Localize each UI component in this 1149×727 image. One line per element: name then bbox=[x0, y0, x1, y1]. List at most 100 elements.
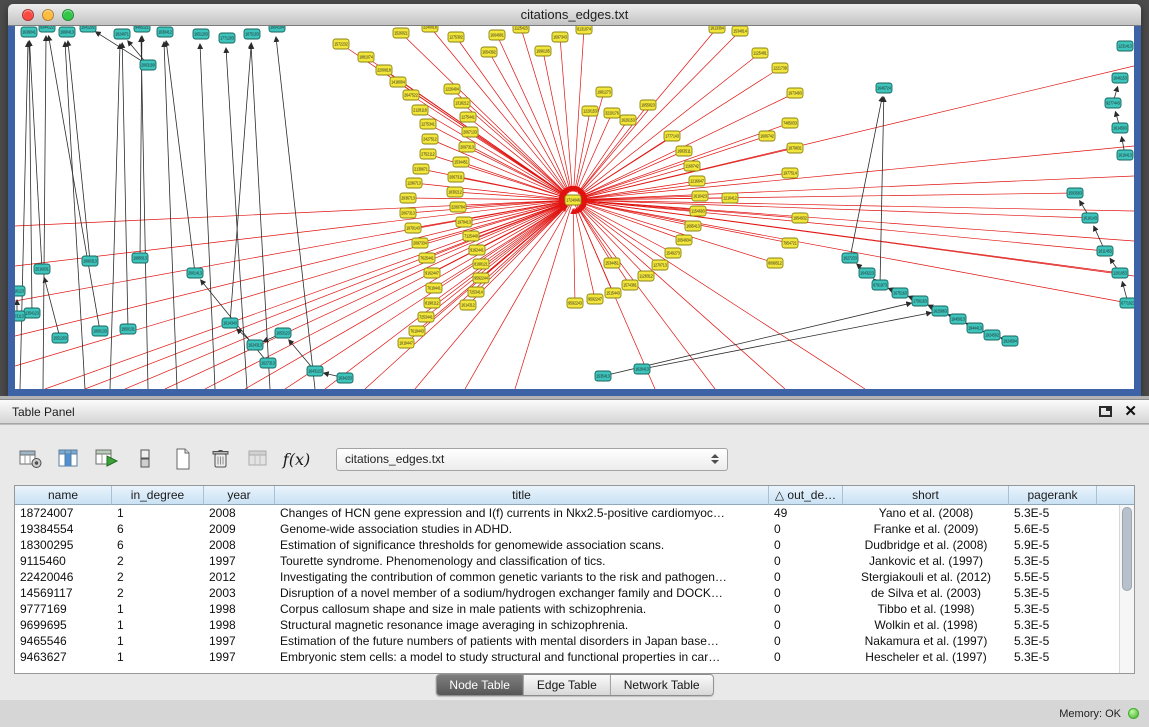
graph-node[interactable]: 2200818 bbox=[376, 65, 392, 75]
function-builder-button[interactable]: f(x) bbox=[282, 446, 311, 473]
graph-node[interactable]: 1574381 bbox=[622, 280, 638, 290]
graph-node[interactable]: 1616123 bbox=[15, 286, 25, 296]
graph-node[interactable]: 1418004 bbox=[390, 77, 406, 87]
table-settings-icon[interactable] bbox=[16, 446, 45, 473]
graph-node[interactable]: 1979413 bbox=[456, 217, 472, 227]
graph-node[interactable]: 1954104 bbox=[269, 26, 285, 32]
column-header-pagerank[interactable]: pagerank bbox=[1009, 486, 1097, 505]
scrollbar-thumb[interactable] bbox=[1122, 507, 1132, 591]
graph-node[interactable]: 1625863 bbox=[932, 306, 948, 316]
graph-node[interactable]: 1154693 bbox=[690, 206, 706, 216]
table-mode-icon[interactable] bbox=[130, 446, 159, 473]
graph-node[interactable]: 1875103 bbox=[244, 29, 260, 39]
table-row[interactable]: 1456911722003Disruption of a novel membe… bbox=[15, 585, 1134, 601]
graph-node[interactable]: 8198121 bbox=[473, 259, 489, 269]
network-canvas[interactable]: 1724046 1572232 18810742200818 1418004 26475… bbox=[15, 26, 1134, 389]
table-row[interactable]: 1830029562008Estimation of significance … bbox=[15, 537, 1134, 553]
graph-node[interactable]: 1945013 bbox=[950, 314, 966, 324]
graph-node[interactable]: 2067313 bbox=[400, 208, 416, 218]
zoom-window-button[interactable] bbox=[62, 9, 74, 21]
graph-node[interactable]: 1990313 bbox=[82, 256, 98, 266]
graph-node[interactable]: 1534451 bbox=[604, 258, 620, 268]
column-header-title[interactable]: title bbox=[275, 486, 769, 505]
graph-node[interactable]: 1950131 bbox=[120, 324, 136, 334]
float-panel-icon[interactable] bbox=[1099, 406, 1112, 417]
tab-network-table[interactable]: Network Table bbox=[610, 675, 713, 695]
graph-node[interactable]: 1683511 bbox=[676, 146, 692, 156]
tab-edge-table[interactable]: Edge Table bbox=[523, 675, 610, 695]
graph-node[interactable]: 2067133 bbox=[462, 127, 478, 137]
graph-node[interactable]: 1646724 bbox=[876, 83, 892, 93]
graph-node[interactable]: 7625441 bbox=[419, 253, 435, 263]
graph-node[interactable]: 1616423 bbox=[692, 191, 708, 201]
graph-node[interactable]: 2516031 bbox=[34, 264, 50, 274]
table-source-dropdown[interactable]: citations_edges.txt bbox=[336, 448, 728, 471]
graph-node[interactable]: 1231413 bbox=[1117, 41, 1133, 51]
graph-node[interactable]: 7253414 bbox=[468, 287, 484, 297]
graph-node[interactable]: 1535413 bbox=[595, 371, 611, 381]
tab-node-table[interactable]: Node Table bbox=[436, 675, 523, 695]
graph-node[interactable]: 1881074 bbox=[358, 52, 374, 62]
network-window-titlebar[interactable]: citations_edges.txt bbox=[8, 4, 1141, 26]
graph-node[interactable]: 1954932 bbox=[792, 213, 808, 223]
graph-node[interactable]: 1981273 bbox=[596, 87, 612, 97]
graph-node[interactable]: 2063190 bbox=[140, 60, 156, 70]
graph-node[interactable]: 1697343 bbox=[552, 32, 568, 42]
graph-node[interactable]: 1616143 bbox=[1082, 213, 1098, 223]
delete-column-icon[interactable] bbox=[206, 446, 235, 473]
graph-node[interactable]: 1695413 bbox=[685, 221, 701, 231]
graph-node[interactable]: 1611453 bbox=[1097, 246, 1113, 256]
graph-node[interactable]: 1724046 bbox=[565, 195, 581, 205]
graph-node[interactable]: 1354123 bbox=[24, 308, 40, 318]
graph-node[interactable]: 6791973 bbox=[872, 280, 888, 290]
graph-node[interactable]: 1270713 bbox=[652, 260, 668, 270]
graph-node[interactable]: 1616413 bbox=[1117, 150, 1133, 160]
graph-node[interactable]: 1572232 bbox=[333, 39, 349, 49]
graph-node[interactable]: 1824071 bbox=[114, 29, 130, 39]
graph-node[interactable]: 1634233 bbox=[337, 373, 353, 383]
graph-node[interactable]: 2097313 bbox=[459, 142, 475, 152]
graph-node[interactable]: 2647522 bbox=[403, 90, 419, 100]
graph-node[interactable]: 1990413 bbox=[59, 27, 75, 37]
graph-node[interactable]: 8198112 bbox=[424, 298, 440, 308]
column-header-out_de[interactable]: △ out_de… bbox=[769, 486, 843, 505]
graph-node[interactable]: 1623113 bbox=[15, 311, 25, 321]
graph-node[interactable]: 1643223 bbox=[859, 268, 875, 278]
table-row[interactable]: 946362711997Embryonic stem cells: a mode… bbox=[15, 649, 1134, 665]
graph-node[interactable]: 8131074 bbox=[576, 26, 592, 34]
graph-node[interactable]: 7619443 bbox=[409, 326, 425, 336]
graph-node[interactable]: 2139671 bbox=[413, 164, 429, 174]
graph-node[interactable]: 1639041 bbox=[21, 27, 37, 37]
graph-node[interactable]: 1654392 bbox=[481, 47, 497, 57]
graph-node[interactable]: 1318212 bbox=[454, 98, 470, 108]
graph-node[interactable]: 9277443 bbox=[1105, 98, 1121, 108]
graph-node[interactable]: 8099512 bbox=[767, 258, 783, 268]
graph-node[interactable]: 1128312 bbox=[638, 271, 654, 281]
graph-node[interactable]: 7253441 bbox=[418, 312, 434, 322]
graph-node[interactable]: 2067311 bbox=[448, 172, 464, 182]
graph-node[interactable]: 1534814 bbox=[732, 26, 748, 36]
graph-node[interactable]: 2427512 bbox=[422, 134, 438, 144]
export-table-icon[interactable] bbox=[92, 446, 121, 473]
table-row[interactable]: 2242004622012Investigating the contribut… bbox=[15, 569, 1134, 585]
graph-node[interactable]: 1275441 bbox=[460, 112, 476, 122]
close-panel-icon[interactable]: ✕ bbox=[1124, 404, 1137, 419]
graph-node[interactable]: 2001413 bbox=[187, 268, 203, 278]
graph-node[interactable]: 1216647 bbox=[689, 176, 705, 186]
graph-node[interactable]: 1924504 bbox=[1002, 336, 1018, 346]
graph-node[interactable]: 1627233 bbox=[842, 253, 858, 263]
graph-node[interactable]: 1626413 bbox=[634, 364, 650, 374]
column-header-in_degree[interactable]: in_degree bbox=[112, 486, 204, 505]
graph-node[interactable]: 1216412 bbox=[722, 193, 738, 203]
graph-node[interactable]: 1830212 bbox=[447, 187, 463, 197]
table-row[interactable]: 946554611997Estimation of the future num… bbox=[15, 633, 1134, 649]
graph-node[interactable]: 2128118 bbox=[412, 105, 428, 115]
graph-node[interactable]: 9162447 bbox=[424, 268, 440, 278]
graph-node[interactable]: 1201053 bbox=[1112, 268, 1128, 278]
graph-node[interactable]: 9465121 bbox=[134, 26, 150, 32]
graph-node[interactable]: 1977514 bbox=[782, 168, 798, 178]
graph-node[interactable]: 1979143 bbox=[405, 223, 421, 233]
graph-node[interactable]: 9344122 bbox=[39, 26, 55, 32]
graph-node[interactable]: 1551203 bbox=[52, 333, 68, 343]
graph-node[interactable]: 6771023 bbox=[1120, 298, 1134, 308]
